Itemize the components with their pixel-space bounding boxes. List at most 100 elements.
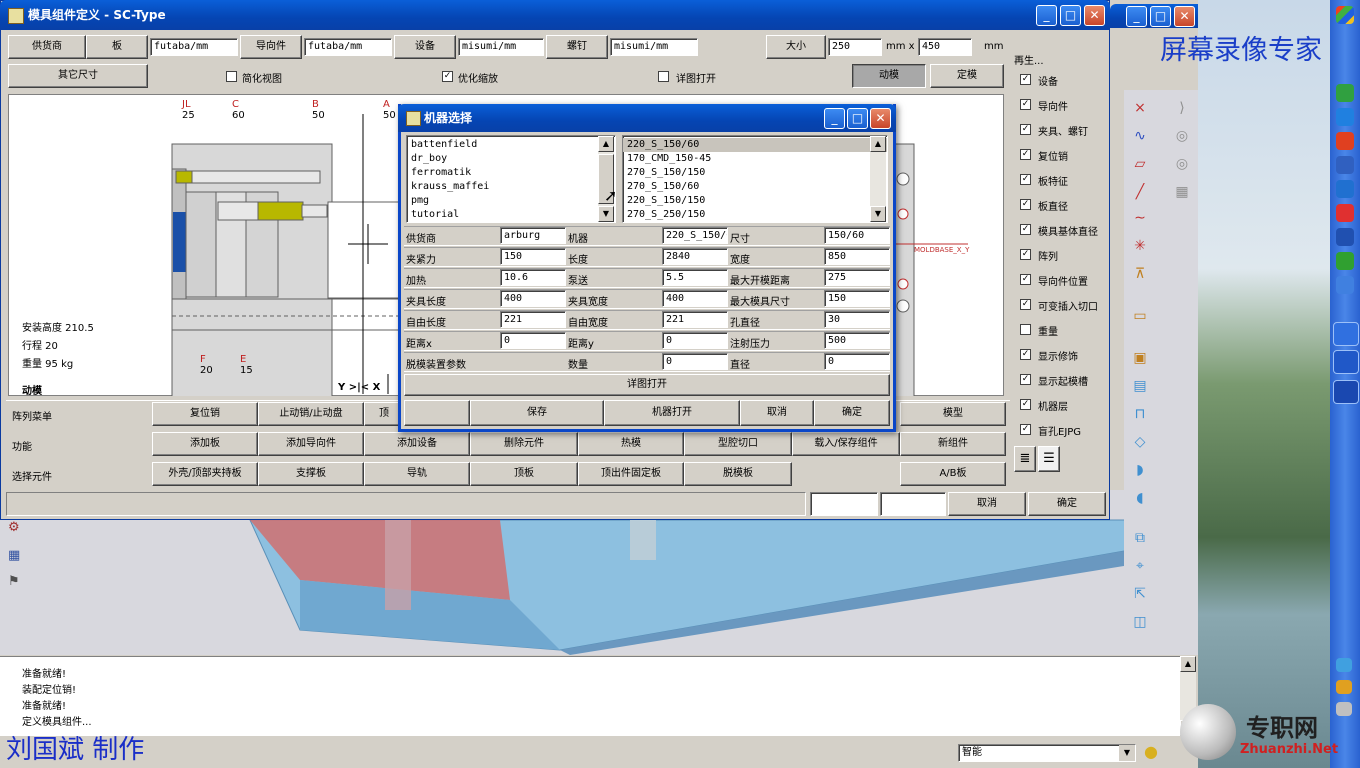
detail-open-button[interactable]: 详图打开 <box>404 374 890 396</box>
delete-component-button[interactable]: 删除元件 <box>470 432 578 456</box>
main-window-titlebar[interactable]: 模具组件定义 - SC-Type <box>0 0 1110 30</box>
move-icon[interactable]: ⇱ <box>1130 584 1150 604</box>
moving-half-button[interactable]: 动模 <box>852 64 926 88</box>
field-value[interactable]: 150/60 <box>824 227 890 244</box>
list-item[interactable]: ferromatik <box>407 166 615 180</box>
add-guide-button[interactable]: 添加导向件 <box>258 432 364 456</box>
clamp-plate-button[interactable]: 外壳/顶部夹持板 <box>152 462 258 486</box>
supplier-button[interactable]: 供货商 <box>8 35 86 59</box>
list-item[interactable]: battenfield <box>407 138 615 152</box>
taskbar-button[interactable] <box>1333 380 1359 404</box>
other-sizes-button[interactable]: 其它尺寸 <box>8 64 148 88</box>
field-value[interactable]: 275 <box>824 269 890 286</box>
tray-icon[interactable] <box>1336 658 1352 672</box>
axis-icon[interactable]: ╱ <box>1130 182 1150 202</box>
taskbar-button[interactable] <box>1333 350 1359 374</box>
minimize-icon[interactable]: _ <box>1126 6 1147 27</box>
scroll-down-icon[interactable]: ▼ <box>598 206 614 222</box>
list-view-icon[interactable]: ≣ <box>1014 446 1036 472</box>
app-icon[interactable] <box>1336 228 1354 246</box>
regen-checkbox[interactable]: ✓ <box>1020 374 1031 385</box>
app-icon[interactable] <box>1336 84 1354 102</box>
field-value[interactable]: 0 <box>500 332 566 349</box>
plate-supplier-field[interactable]: futaba/mm <box>150 38 238 56</box>
list-item[interactable]: dr_boy <box>407 152 615 166</box>
regen-checkbox[interactable]: ✓ <box>1020 99 1031 110</box>
close-icon[interactable]: ✕ <box>1084 5 1105 26</box>
main-ok-button[interactable]: 确定 <box>1028 492 1106 516</box>
scroll-up-icon[interactable]: ▲ <box>598 136 614 152</box>
csys-icon[interactable]: ✳ <box>1130 236 1150 256</box>
copy-icon[interactable]: ⌖ <box>1130 556 1150 576</box>
screw-button[interactable]: 螺钉 <box>546 35 608 59</box>
plane-icon[interactable]: ▱ <box>1130 154 1150 174</box>
app-icon[interactable] <box>1336 276 1354 294</box>
field-value[interactable]: 0 <box>662 353 728 370</box>
equipment-supplier-field[interactable]: misumi/mm <box>458 38 544 56</box>
scroll-up-icon[interactable]: ▲ <box>870 136 886 152</box>
field-value[interactable]: 0 <box>662 332 728 349</box>
size-button[interactable]: 大小 <box>766 35 826 59</box>
regen-checkbox[interactable]: ✓ <box>1020 399 1031 410</box>
sweep-icon[interactable]: ⊓ <box>1130 404 1150 424</box>
load-save-button[interactable]: 载入/保存组件 <box>792 432 900 456</box>
ab-plate-button[interactable]: A/B板 <box>900 462 1006 486</box>
hot-mold-button[interactable]: 热模 <box>578 432 684 456</box>
model-tree-icon[interactable]: ⚑ <box>8 574 30 592</box>
add-equipment-button[interactable]: 添加设备 <box>364 432 470 456</box>
field-value[interactable]: 150 <box>824 290 890 307</box>
layer-tool-icon[interactable]: ▦ <box>8 548 30 566</box>
extrude-icon[interactable]: ▣ <box>1130 348 1150 368</box>
regen-checkbox[interactable] <box>1020 324 1031 335</box>
scroll-up-icon[interactable]: ▲ <box>1180 656 1196 672</box>
mirror-icon[interactable]: ⟩ <box>1172 98 1192 118</box>
datum-point-icon[interactable]: × <box>1130 98 1150 118</box>
field-value[interactable]: 150 <box>500 248 566 265</box>
maximize-icon[interactable]: □ <box>847 108 868 129</box>
regen-checkbox[interactable]: ✓ <box>1020 274 1031 285</box>
field-value[interactable]: 5.5 <box>662 269 728 286</box>
field-value[interactable]: 220_S_150/6 <box>662 227 728 244</box>
equipment-button[interactable]: 设备 <box>394 35 456 59</box>
blend-icon[interactable]: ◇ <box>1130 432 1150 452</box>
detail-checkbox[interactable] <box>658 71 669 82</box>
minimize-icon[interactable]: _ <box>1036 5 1057 26</box>
regen-checkbox[interactable]: ✓ <box>1020 299 1031 310</box>
list-item[interactable]: 170_CMD_150-45 <box>623 152 887 166</box>
app-icon[interactable] <box>1336 132 1354 150</box>
field-value[interactable]: 30 <box>824 311 890 328</box>
list-item[interactable]: tutorial <box>407 208 615 222</box>
hole-icon[interactable]: ◗ <box>1130 460 1150 480</box>
field-value[interactable]: 400 <box>500 290 566 307</box>
dialog-ok-button[interactable]: 确定 <box>814 400 890 426</box>
field-value[interactable]: 400 <box>662 290 728 307</box>
new-component-button[interactable]: 新组件 <box>900 432 1006 456</box>
analysis-icon[interactable]: ⊼ <box>1130 264 1150 284</box>
size-width-field[interactable]: 250 <box>828 38 882 56</box>
cavity-cut-button[interactable]: 型腔切口 <box>684 432 792 456</box>
field-value[interactable]: 221 <box>662 311 728 328</box>
annotation-icon[interactable]: ▭ <box>1130 306 1150 326</box>
machine-list[interactable]: 220_S_150/60 170_CMD_150-45 270_S_150/15… <box>622 135 888 223</box>
field-value[interactable]: 2840 <box>662 248 728 265</box>
sketch-icon[interactable]: ◎ <box>1172 126 1192 146</box>
curve-icon[interactable]: ∿ <box>1130 126 1150 146</box>
app-icon[interactable] <box>1336 180 1354 198</box>
manufacturer-scrollbar[interactable]: ▲ ▼ <box>598 136 614 222</box>
list-item[interactable]: 220_S_150/150 <box>623 194 887 208</box>
scroll-down-icon[interactable]: ▼ <box>870 206 886 222</box>
field-value[interactable]: 221 <box>500 311 566 328</box>
model-button[interactable]: 模型 <box>900 402 1006 426</box>
tray-icon[interactable] <box>1336 680 1352 694</box>
field-value[interactable]: 850 <box>824 248 890 265</box>
regen-checkbox[interactable]: ✓ <box>1020 174 1031 185</box>
view-tool-icon[interactable]: ⚙ <box>8 520 30 538</box>
main-cancel-button[interactable]: 取消 <box>948 492 1026 516</box>
save-button[interactable]: 保存 <box>470 400 604 426</box>
list-item[interactable]: 270_S_250/150 <box>623 208 887 222</box>
simplify-checkbox[interactable] <box>226 71 237 82</box>
ejector-retainer-button[interactable]: 顶出件固定板 <box>578 462 684 486</box>
list-item[interactable]: krauss_maffei <box>407 180 615 194</box>
app-icon[interactable] <box>1336 204 1354 222</box>
list-item[interactable]: pmg <box>407 194 615 208</box>
